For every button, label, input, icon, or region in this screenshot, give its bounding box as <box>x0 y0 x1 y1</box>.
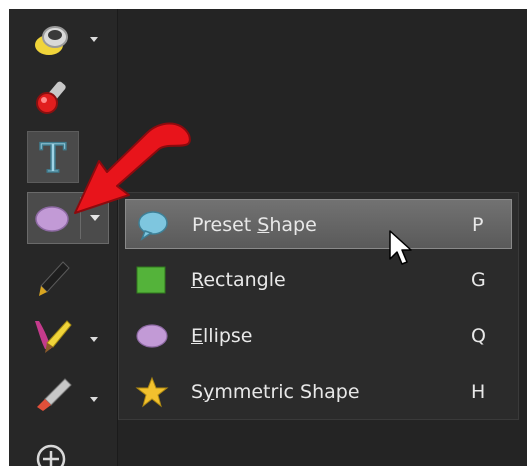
eraser-tool-dropdown[interactable] <box>87 369 101 417</box>
menu-item-label: Preset Shape <box>192 214 317 236</box>
add-tool-button[interactable] <box>27 437 79 466</box>
app-window: T Preset Shape P Rectangle G Ellipse Q S… <box>9 9 527 466</box>
brush-tool-button[interactable] <box>27 311 79 359</box>
tools-toolbar: T <box>9 9 117 466</box>
menu-item-label: Ellipse <box>191 325 253 347</box>
menu-item-shortcut: H <box>471 381 486 403</box>
rectangle-icon <box>136 266 166 294</box>
shape-tool-button[interactable] <box>27 192 109 244</box>
mouse-cursor-icon <box>389 230 412 265</box>
menu-item-preset-shape[interactable]: Preset Shape P <box>125 199 512 249</box>
chevron-down-icon[interactable] <box>82 193 110 243</box>
pen-tool-button[interactable] <box>27 254 79 302</box>
text-tool-button[interactable]: T <box>27 131 79 183</box>
menu-item-label: Symmetric Shape <box>191 381 360 403</box>
text-t-icon: T <box>39 135 68 182</box>
eraser-icon <box>37 378 72 411</box>
chevron-down-icon <box>90 37 98 42</box>
menu-item-rectangle[interactable]: Rectangle G <box>125 255 512 305</box>
speech-bubble-icon <box>138 211 168 241</box>
text-tool-glyph: T <box>40 136 67 182</box>
paint-bucket-icon <box>35 26 68 55</box>
ellipse-icon <box>35 206 69 232</box>
menu-item-shortcut: P <box>472 214 484 236</box>
ellipse-icon <box>136 324 168 348</box>
fill-tool-dropdown[interactable] <box>87 15 101 63</box>
brush-icon <box>35 320 72 353</box>
menu-item-symmetric-shape[interactable]: Symmetric Shape H <box>125 367 512 417</box>
chevron-down-icon <box>90 337 98 342</box>
star-icon <box>135 376 169 408</box>
menu-item-shortcut: G <box>471 269 486 291</box>
plus-circle-icon <box>36 444 66 466</box>
fill-tool-button[interactable] <box>27 15 79 63</box>
shape-menu: Preset Shape P Rectangle G Ellipse Q Sym… <box>118 192 519 420</box>
menu-item-shortcut: Q <box>471 325 486 347</box>
red-eye-icon <box>36 81 66 114</box>
menu-item-label: Rectangle <box>191 269 286 291</box>
chevron-down-icon <box>90 397 98 402</box>
split-divider <box>80 197 81 239</box>
brush-tool-dropdown[interactable] <box>87 311 101 359</box>
eraser-tool-button[interactable] <box>27 369 79 417</box>
pen-icon <box>39 261 70 296</box>
red-eye-tool-button[interactable] <box>27 73 79 121</box>
menu-item-ellipse[interactable]: Ellipse Q <box>125 311 512 361</box>
